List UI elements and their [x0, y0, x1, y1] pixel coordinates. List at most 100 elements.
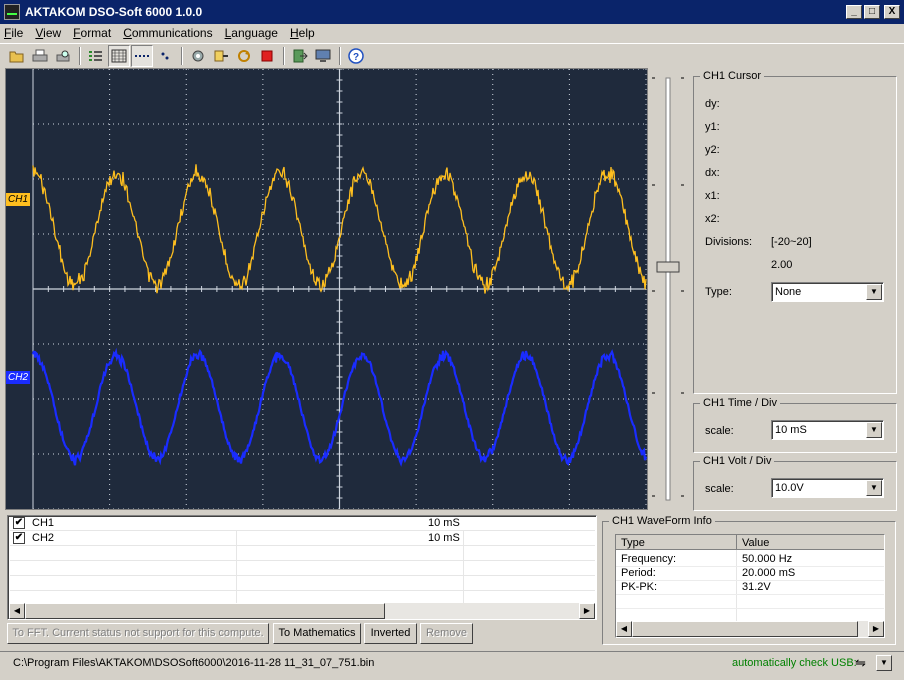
cursor-type-value: None [775, 286, 802, 298]
ch1-level-marker[interactable]: CH1 [6, 193, 31, 206]
refresh-icon[interactable] [233, 45, 255, 67]
file-path: C:\Program Files\AKTAKOM\DSOSoft6000\201… [13, 657, 375, 669]
volt-div-panel: CH1 Volt / Div scale: 10.0V ▼ [693, 455, 897, 511]
help-glyph: ? [353, 52, 359, 63]
connect-icon[interactable] [210, 45, 232, 67]
menu-language[interactable]: Language [225, 26, 278, 40]
x2-label: x2: [705, 213, 720, 225]
channel-row-ch2[interactable]: ✔ CH2 10 mS [10, 531, 595, 546]
list-item [10, 546, 595, 561]
time-scale-label: scale: [705, 425, 734, 437]
settings-gear-icon[interactable] [187, 45, 209, 67]
open-icon[interactable] [6, 45, 28, 67]
cursor-panel-title: CH1 Cursor [700, 70, 765, 82]
waveform-info-table[interactable]: Type Value Frequency: 50.000 Hz Period: … [615, 534, 885, 638]
list-item [10, 576, 595, 591]
channel-row-ch1[interactable]: ✔ CH1 10 mS [10, 516, 595, 531]
maximize-button[interactable]: □ [864, 5, 880, 19]
grid-icon[interactable] [108, 44, 130, 67]
ch2-checkbox[interactable]: ✔ [13, 532, 25, 544]
print-icon[interactable] [29, 45, 51, 67]
dotted-line-icon[interactable] [131, 44, 153, 67]
channel-list-scrollbar[interactable]: ◀ ▶ [9, 603, 595, 619]
ch1-time: 10 mS [428, 517, 460, 529]
ch2-name: CH2 [32, 532, 55, 544]
divisions-range: [-20~20] [771, 236, 812, 248]
toolbar-separator [339, 46, 341, 65]
remove-button[interactable]: Remove [420, 623, 473, 644]
divisions-label: Divisions: [705, 236, 753, 248]
scroll-right-icon[interactable]: ▶ [868, 621, 884, 637]
scroll-left-icon[interactable]: ◀ [616, 621, 632, 637]
to-fft-button[interactable]: To FFT. Current status not support for t… [7, 623, 269, 644]
list-item [10, 561, 595, 576]
chevron-down-icon[interactable]: ▼ [866, 422, 882, 438]
menu-view[interactable]: View [35, 26, 61, 40]
time-div-panel: CH1 Time / Div scale: 10 mS ▼ [693, 397, 897, 453]
menu-bar: File View Format Communications Language… [0, 24, 904, 42]
help-icon[interactable]: ? [345, 45, 367, 67]
col-value-header[interactable]: Value [737, 536, 769, 550]
menu-format[interactable]: Format [73, 26, 111, 40]
usb-status: automatically check USB: [732, 657, 857, 669]
to-mathematics-button[interactable]: To Mathematics [273, 623, 361, 644]
scrollbar-thumb[interactable] [632, 621, 858, 637]
ch2-time: 10 mS [428, 532, 460, 544]
dots-icon[interactable] [154, 45, 176, 67]
status-bar: C:\Program Files\AKTAKOM\DSOSoft6000\201… [0, 651, 904, 675]
divisions-value: 2.00 [771, 259, 793, 271]
toolbar: ? [0, 43, 904, 67]
waveform-info-scrollbar[interactable]: ◀ ▶ [616, 621, 884, 637]
volt-scale-select[interactable]: 10.0V ▼ [771, 478, 884, 498]
cursor-type-select[interactable]: None ▼ [771, 282, 884, 302]
ch1-checkbox[interactable]: ✔ [13, 517, 25, 529]
channel-list[interactable]: ✔ CH1 10 mS ✔ CH2 10 mS ◀ ▶ [7, 515, 597, 620]
pkpk-label: PK-PK: [621, 581, 658, 593]
chevron-down-icon[interactable]: ▼ [866, 284, 882, 300]
menu-help[interactable]: Help [290, 26, 315, 40]
col-type-header[interactable]: Type [616, 536, 645, 550]
toolbar-separator [283, 46, 285, 65]
stop-icon[interactable] [256, 45, 278, 67]
export-icon[interactable] [289, 45, 311, 67]
volt-scale-label: scale: [705, 483, 734, 495]
period-value: 20.000 mS [742, 567, 796, 579]
frequency-value: 50.000 Hz [742, 553, 793, 565]
time-scale-select[interactable]: 10 mS ▼ [771, 420, 884, 440]
usb-icon: ⇋ [855, 655, 866, 670]
ch1-name: CH1 [32, 517, 55, 529]
print-preview-icon[interactable] [52, 45, 74, 67]
toolbar-separator [79, 46, 81, 65]
monitor-icon[interactable] [312, 45, 334, 67]
frequency-label: Frequency: [621, 553, 677, 565]
y1-label: y1: [705, 121, 720, 133]
chevron-down-icon[interactable]: ▼ [866, 480, 882, 496]
x1-label: x1: [705, 190, 720, 202]
scroll-right-icon[interactable]: ▶ [579, 603, 595, 619]
close-button[interactable]: X [884, 5, 900, 19]
menu-communications[interactable]: Communications [123, 26, 212, 40]
scroll-left-icon[interactable]: ◀ [9, 603, 25, 619]
title-bar: AKTAKOM DSO-Soft 6000 1.0.0 _ □ X [0, 0, 904, 24]
slider-thumb[interactable] [656, 261, 680, 273]
volt-scale-value: 10.0V [775, 482, 804, 494]
toolbar-separator [181, 46, 183, 65]
vertical-position-slider[interactable] [650, 68, 688, 510]
volt-div-title: CH1 Volt / Div [700, 455, 775, 467]
dx-label: dx: [705, 167, 720, 179]
chevron-down-icon[interactable]: ▼ [876, 655, 892, 671]
time-div-title: CH1 Time / Div [700, 397, 780, 409]
pkpk-value: 31.2V [742, 581, 771, 593]
oscilloscope-display[interactable]: CH1 CH2 [5, 68, 648, 510]
menu-file[interactable]: File [4, 26, 23, 40]
window-title: AKTAKOM DSO-Soft 6000 1.0.0 [25, 5, 203, 19]
cursor-panel: CH1 Cursor dy: y1: y2: dx: x1: x2: Divis… [693, 70, 897, 394]
type-label: Type: [705, 286, 732, 298]
waveform-info-title: CH1 WaveForm Info [609, 515, 715, 527]
period-label: Period: [621, 567, 656, 579]
scrollbar-thumb[interactable] [25, 603, 385, 619]
minimize-button[interactable]: _ [846, 5, 862, 19]
list-view-icon[interactable] [85, 45, 107, 67]
inverted-button[interactable]: Inverted [364, 623, 417, 644]
ch2-level-marker[interactable]: CH2 [6, 371, 31, 384]
